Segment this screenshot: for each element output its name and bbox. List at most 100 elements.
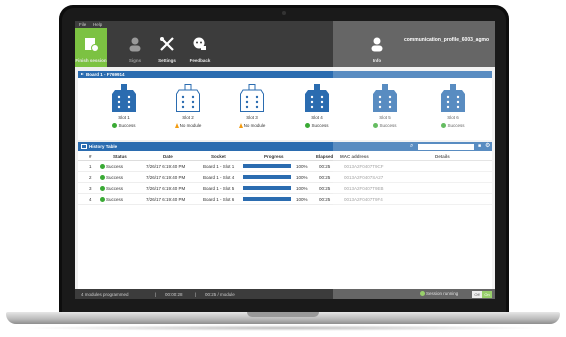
table-row[interactable]: 4 Success 7/26/17 6:19:40 PM Board 1 - S… [78, 194, 492, 205]
table-icon [81, 144, 87, 149]
session-status-label: Session running [426, 291, 459, 296]
progress-bar [243, 175, 291, 179]
row-elapsed: 00:25 [319, 175, 331, 180]
row-elapsed: 00:25 [319, 197, 331, 202]
row-status: Success [100, 197, 123, 202]
col-details[interactable]: Details [435, 154, 450, 159]
row-progress-text: 100% [296, 175, 308, 180]
settings-label: Settings [158, 58, 176, 63]
laptop-notch [247, 312, 319, 317]
row-date: 7/26/17 6:19:40 PM [146, 186, 186, 191]
warning-icon [174, 123, 179, 128]
gear-icon[interactable]: ⚙ [485, 142, 490, 149]
row-status-label: Success [106, 175, 124, 180]
row-mac: 0013A2F0407T9EB [344, 186, 384, 191]
tools-icon [160, 37, 174, 51]
slot-1[interactable]: Slot 1 Success [104, 84, 144, 140]
slot-4[interactable]: Slot 4 Success [297, 84, 337, 140]
success-icon [100, 175, 105, 180]
table-row[interactable]: 3 Success 7/26/17 6:19:40 PM Board 1 - S… [78, 183, 492, 194]
module-filled-icon [305, 84, 329, 112]
col-progress[interactable]: Progress [264, 154, 284, 159]
progress-fill [243, 197, 291, 201]
board-slots: Slot 1 Success Slot 2 No module Slot 3 N… [78, 78, 492, 140]
row-elapsed: 00:25 [319, 164, 331, 169]
warning-icon [238, 123, 243, 128]
row-elapsed: 00:25 [319, 186, 331, 191]
table-row[interactable]: 1 Success 7/26/17 6:19:40 PM Board 1 - S… [78, 161, 492, 172]
col-status[interactable]: Status [113, 154, 127, 159]
row-date: 7/26/17 6:19:40 PM [146, 175, 186, 180]
history-table: # Status Date Socket Progress Elapsed MA… [78, 151, 492, 289]
success-icon [373, 123, 379, 128]
search-icon[interactable]: ⌕ [410, 143, 413, 150]
row-status-label: Success [106, 164, 124, 169]
modules-count: 4 modules programmed [81, 291, 129, 297]
slot-3-name: Slot 3 [246, 115, 258, 120]
slot-5[interactable]: Slot 5 Success [365, 84, 405, 140]
progress-bar [243, 197, 291, 201]
row-num: 1 [89, 164, 92, 169]
row-mac: 0013A2F0407SA27 [344, 175, 384, 180]
row-num: 2 [89, 175, 92, 180]
progress-bar [243, 164, 291, 168]
signs-label: Signs [128, 58, 142, 63]
row-mac: 0013A2F0407T9CF [344, 164, 384, 169]
col-socket[interactable]: Socket [211, 154, 226, 159]
row-progress-text: 100% [296, 164, 308, 169]
finish-session-button[interactable]: Finish session [75, 28, 107, 67]
signs-button[interactable]: Signs [119, 28, 151, 67]
slot-5-status: Success [365, 123, 405, 128]
lock-icon[interactable]: ■ [478, 143, 481, 149]
col-mac[interactable]: MAC address [340, 154, 369, 159]
progress-fill [243, 164, 291, 168]
feedback-button[interactable]: Feedback [184, 28, 216, 67]
info-button[interactable]: Info [361, 28, 393, 67]
col-elapsed[interactable]: Elapsed [316, 154, 333, 159]
menu-file[interactable]: File [79, 22, 86, 27]
module-empty-icon [240, 84, 264, 112]
row-progress-text: 100% [296, 186, 308, 191]
toggle-off[interactable]: Off [472, 290, 482, 298]
toolbar: Finish session Signs Settings Feedback I… [75, 28, 495, 67]
slot-6[interactable]: Slot 6 Success [433, 84, 473, 140]
toggle-on[interactable]: On [482, 290, 492, 298]
settings-button[interactable]: Settings [151, 28, 183, 67]
slot-6-status-label: Success [447, 123, 465, 128]
slot-4-name: Slot 4 [311, 115, 323, 120]
slot-5-status-label: Success [379, 123, 397, 128]
app-screen: File Help Finish session Signs Settings [75, 21, 495, 299]
session-status: Session running [420, 291, 458, 296]
slot-1-status: Success [104, 123, 144, 128]
slot-5-name: Slot 5 [379, 115, 391, 120]
row-status: Success [100, 175, 123, 180]
row-socket: Board 1 - Slot 6 [203, 197, 235, 202]
slot-6-status: Success [433, 123, 473, 128]
slot-2[interactable]: Slot 2 No module [168, 84, 208, 140]
menu-bar: File Help [75, 21, 495, 28]
expand-arrow-icon[interactable] [81, 73, 84, 75]
finish-session-label: Finish session [75, 58, 107, 63]
status-separator: | [195, 291, 197, 297]
progress-fill [243, 175, 291, 179]
laptop-shadow [20, 325, 546, 331]
row-num: 3 [89, 186, 92, 191]
row-status-label: Success [106, 197, 124, 202]
success-icon [100, 197, 105, 202]
success-icon [100, 164, 105, 169]
row-status: Success [100, 164, 123, 169]
table-row[interactable]: 2 Success 7/26/17 6:19:40 PM Board 1 - S… [78, 172, 492, 183]
menu-help[interactable]: Help [93, 22, 102, 27]
session-icon [85, 38, 99, 52]
search-input[interactable] [418, 143, 474, 150]
module-filled-icon [441, 84, 465, 112]
slot-1-status-label: Success [118, 123, 136, 128]
progress-bar [243, 186, 291, 190]
col-num[interactable]: # [89, 154, 92, 159]
slot-4-status: Success [297, 123, 337, 128]
board-header[interactable]: Board 1 - F769914 [78, 71, 492, 78]
module-filled-icon [112, 84, 136, 112]
col-date[interactable]: Date [163, 154, 173, 159]
slot-3[interactable]: Slot 3 No module [232, 84, 272, 140]
row-mac: 0013A2F0407T9F4 [344, 197, 383, 202]
